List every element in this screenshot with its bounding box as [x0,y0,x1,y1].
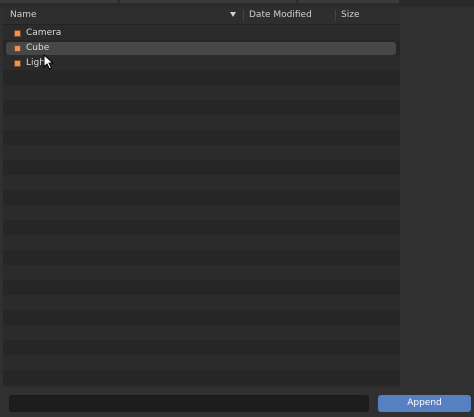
column-separator[interactable] [335,10,336,21]
object-icon [14,30,21,37]
object-icon [14,60,21,67]
column-header: Name Date Modified Size [3,7,400,25]
append-button[interactable]: Append [378,395,471,412]
column-size-header[interactable]: Size [341,7,359,24]
list-item-camera[interactable]: Camera [6,27,396,40]
object-icon [14,45,21,52]
chevron-down-icon[interactable] [230,12,236,17]
top-strip [0,0,474,7]
filename-input[interactable] [9,395,369,412]
column-separator[interactable] [243,10,244,21]
list-item-light[interactable]: Light [6,57,396,70]
list-item-cube[interactable]: Cube [6,42,396,55]
file-browser-window: Name Date Modified Size Camera Cube Ligh… [0,0,474,417]
column-name-header[interactable]: Name [10,7,37,24]
right-side-panel [401,7,474,387]
column-date-modified-header[interactable]: Date Modified [249,7,312,24]
bottom-bar: Append [0,387,474,417]
list-item-label: Camera [26,28,62,38]
file-list-panel: Name Date Modified Size Camera Cube Ligh… [3,7,400,387]
file-list: Camera Cube Light [3,25,400,387]
mouse-cursor-icon [43,54,54,70]
